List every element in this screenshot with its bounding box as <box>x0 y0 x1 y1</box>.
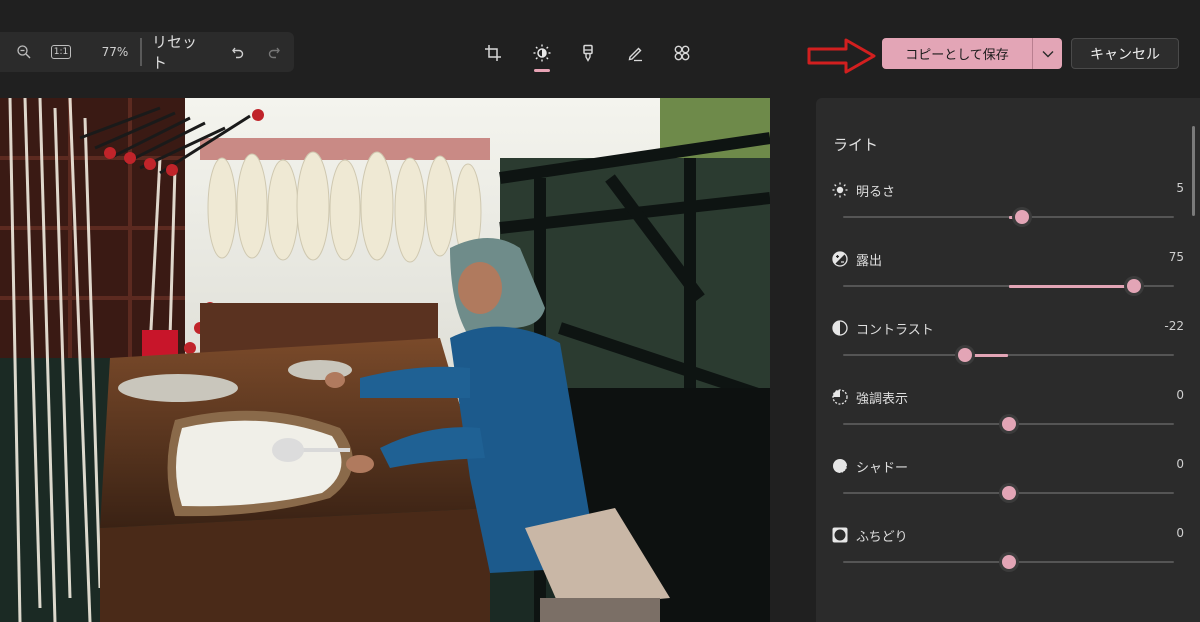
slider-track[interactable] <box>843 354 1174 356</box>
slider-brightness: 明るさ 5 <box>816 181 1200 242</box>
slider-fill <box>1008 285 1135 288</box>
slider-thumb[interactable] <box>1127 279 1142 293</box>
slider-label: 強調表示 <box>856 392 909 407</box>
slider-thumb[interactable] <box>1001 417 1016 431</box>
slider-value: 5 <box>1176 181 1184 195</box>
slider-label: ふちどり <box>856 530 908 545</box>
pen-icon[interactable] <box>622 40 648 66</box>
save-as-copy-button[interactable]: コピーとして保存 <box>882 38 1062 69</box>
slider-value: -22 <box>1164 319 1184 333</box>
edited-photo <box>0 98 770 622</box>
adjust-panel: ライト 明るさ 5 露出 75 コントラスト -22 強調表示 0 シャドー 0… <box>816 98 1200 622</box>
slider-shadows: シャドー 0 <box>816 457 1200 518</box>
slider-exposure: 露出 75 <box>816 250 1200 311</box>
slider-thumb[interactable] <box>1001 555 1016 569</box>
slider-label: 明るさ <box>856 185 896 200</box>
top-toolbar: 1:1 77% リセット コピーとして保存 キャンセル <box>0 0 1200 98</box>
save-as-copy-label[interactable]: コピーとして保存 <box>882 38 1032 69</box>
highlights-icon <box>832 389 848 405</box>
slider-vignette: ふちどり 0 <box>816 526 1200 587</box>
slider-highlights: 強調表示 0 <box>816 388 1200 449</box>
vignette-icon <box>832 527 848 543</box>
sun-icon <box>832 182 848 198</box>
slider-value: 75 <box>1168 250 1184 264</box>
crop-icon[interactable] <box>480 40 506 66</box>
contrast-icon <box>832 320 848 336</box>
chevron-down-icon[interactable] <box>1033 38 1062 69</box>
slider-value: 0 <box>1176 388 1184 402</box>
red-arrow-annotation <box>806 36 878 80</box>
slider-label: シャドー <box>856 461 909 476</box>
retouch-icon[interactable] <box>669 40 695 66</box>
slider-label: コントラスト <box>856 323 934 338</box>
brightness-icon[interactable] <box>529 40 555 66</box>
slider-label: 露出 <box>856 254 883 269</box>
slider-value: 0 <box>1176 526 1184 540</box>
exposure-icon <box>832 251 848 267</box>
slider-thumb[interactable] <box>958 348 973 362</box>
light-section-title: ライト <box>833 136 879 154</box>
selected-tool-indicator <box>534 69 550 72</box>
slider-thumb[interactable] <box>1001 486 1016 500</box>
shadows-icon <box>832 458 848 475</box>
cancel-button[interactable]: キャンセル <box>1071 38 1179 69</box>
slider-value: 0 <box>1176 457 1184 471</box>
slider-contrast: コントラスト -22 <box>816 319 1200 380</box>
filter-icon[interactable] <box>575 40 601 66</box>
slider-thumb[interactable] <box>1014 210 1029 224</box>
